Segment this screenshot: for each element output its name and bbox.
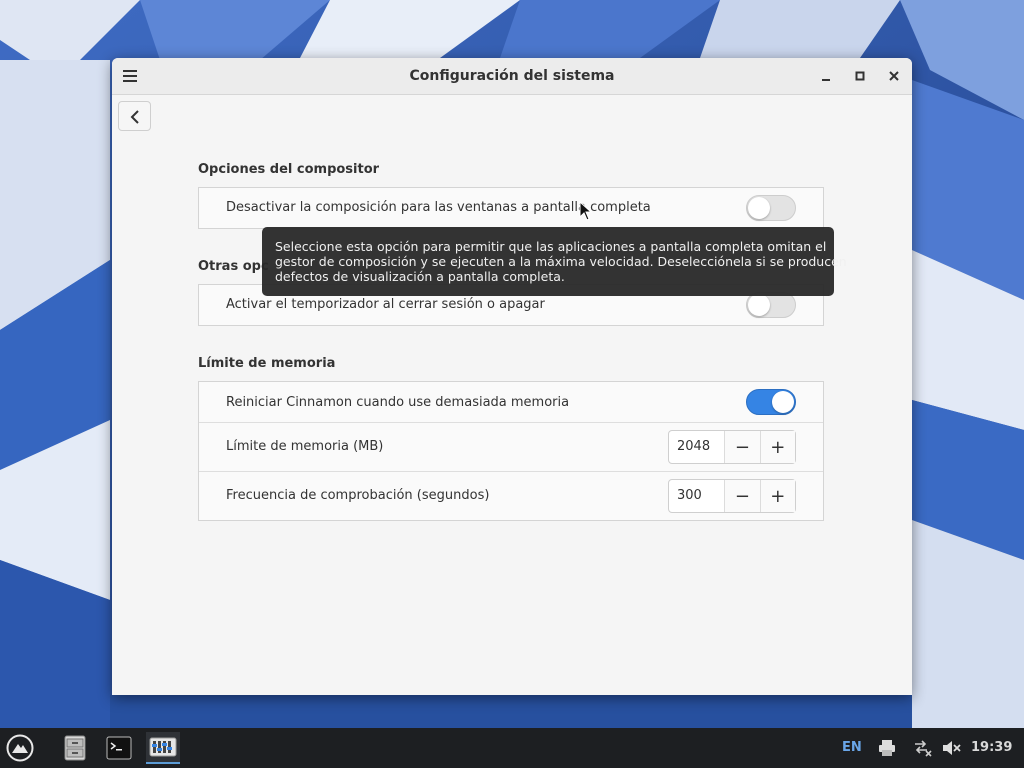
check-interval-row: Frecuencia de comprobación (segundos) 30… [199,472,823,520]
terminal-launcher[interactable] [102,732,136,764]
clock[interactable]: 19:39 [971,728,1012,768]
tooltip-line: gestor de composición y se ejecuten a la… [275,254,847,269]
check-interval-label: Frecuencia de comprobación (segundos) [226,488,490,503]
memory-limit-label: Límite de memoria (MB) [226,439,384,454]
tooltip-line: defectos de visualización a pantalla com… [275,269,565,284]
switch-knob [748,197,770,219]
file-cabinet-icon [64,735,86,761]
keyboard-layout-indicator[interactable]: EN [842,728,862,768]
memory-limit-value[interactable]: 2048 [669,431,724,463]
main-menu-button[interactable] [6,734,34,762]
window-title: Configuración del sistema [409,68,615,84]
memory-limit-decrement-button[interactable]: − [724,431,760,463]
switch-knob [748,294,770,316]
volume-muted-icon[interactable] [942,739,962,761]
terminal-icon [106,736,132,760]
mouse-pointer-icon [579,201,593,221]
system-settings-icon [149,737,177,757]
switch-knob [772,391,794,413]
memory-limit-row: Límite de memoria (MB) 2048 − + [199,423,823,472]
memory-limit-box: Reiniciar Cinnamon cuando use demasiada … [198,381,824,521]
memory-limit-increment-button[interactable]: + [759,431,795,463]
printer-icon[interactable] [878,739,896,761]
fullscreen-unredirect-row: Desactivar la composición para las venta… [199,188,823,228]
tooltip: Seleccione esta opción para permitir que… [262,227,847,296]
maximize-icon[interactable] [850,66,870,86]
check-interval-value[interactable]: 300 [669,480,724,512]
tooltip-line: Seleccione esta opción para permitir que… [275,239,827,254]
settings-window: Configuración del sistema Opciones del c… [112,58,912,695]
section-title-memory-limit: Límite de memoria [198,356,336,371]
close-icon[interactable] [884,66,904,86]
restart-cinnamon-label: Reiniciar Cinnamon cuando use demasiada … [226,395,570,410]
compositor-options-box: Desactivar la composición para las venta… [198,187,824,229]
file-cabinet-launcher[interactable] [58,732,92,764]
window-titlebar[interactable]: Configuración del sistema [112,58,912,95]
memory-limit-stepper: 2048 − + [668,430,796,464]
check-interval-increment-button[interactable]: + [759,480,795,512]
minimize-icon[interactable] [816,66,836,86]
chevron-left-icon [130,110,139,124]
system-settings-launcher[interactable] [146,732,180,764]
check-interval-decrement-button[interactable]: − [724,480,760,512]
bottom-panel: EN 19:39 [0,728,1024,768]
check-interval-stepper: 300 − + [668,479,796,513]
fullscreen-unredirect-switch[interactable] [746,195,796,221]
section-title-compositor: Opciones del compositor [198,162,380,177]
section-title-other-options: Otras opc [198,259,269,274]
network-disconnected-icon[interactable] [913,739,933,761]
logout-timer-label: Activar el temporizador al cerrar sesión… [226,297,545,312]
back-button[interactable] [118,101,151,131]
restart-cinnamon-row: Reiniciar Cinnamon cuando use demasiada … [199,382,823,423]
linux-mint-logo-icon [6,734,34,762]
restart-cinnamon-switch[interactable] [746,389,796,415]
